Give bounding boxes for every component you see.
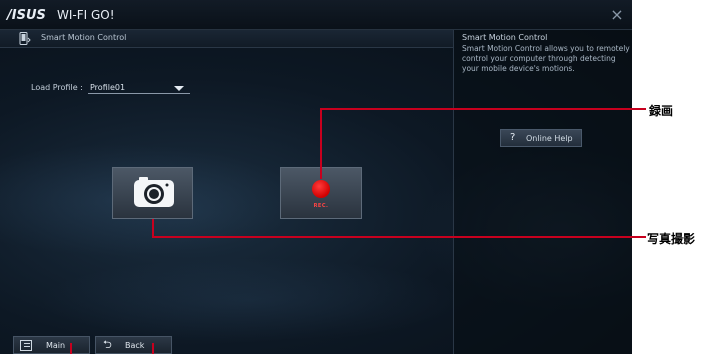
section-title: Smart Motion Control <box>41 33 127 42</box>
load-profile-label: Load Profile : <box>31 83 83 92</box>
photo-callout-leader <box>632 236 646 238</box>
phone-icon <box>19 32 31 45</box>
back-label: Back <box>125 341 145 350</box>
back-arrow-icon: ⮌ <box>103 338 112 351</box>
help-icon: ? <box>510 132 516 143</box>
info-description: Smart Motion Control allows you to remot… <box>462 44 630 73</box>
info-panel: Smart Motion Control Smart Motion Contro… <box>453 30 632 354</box>
profile-dropdown[interactable]: Profile01 <box>88 82 190 94</box>
back-callout-marker <box>152 343 154 354</box>
record-callout-label: 録画 <box>649 104 674 118</box>
title-bar: /ISUS WI-FI GO! × <box>0 0 632 30</box>
main-label: Main <box>46 341 66 350</box>
back-button[interactable]: ⮌ Back <box>95 336 172 354</box>
photo-callout-label: 写真撮影 <box>647 232 696 246</box>
main-callout-marker <box>70 343 72 354</box>
online-help-label: Online Help <box>526 134 573 143</box>
record-icon <box>312 180 330 198</box>
info-title: Smart Motion Control <box>462 33 548 42</box>
online-help-button[interactable]: ? Online Help <box>500 129 582 147</box>
wifi-go-window: /ISUS WI-FI GO! × Smart Motion Control L… <box>0 0 632 354</box>
profile-value: Profile01 <box>90 83 126 92</box>
record-label: REC. <box>313 203 329 209</box>
photo-capture-button[interactable] <box>112 167 193 219</box>
record-callout-line-vertical <box>320 108 322 179</box>
chevron-down-icon[interactable] <box>174 86 184 91</box>
camera-icon <box>134 177 174 207</box>
main-button[interactable]: Main <box>13 336 90 354</box>
list-icon <box>20 340 32 351</box>
section-header: Smart Motion Control <box>0 30 453 48</box>
record-callout-line-horizontal <box>320 108 632 110</box>
record-callout-leader <box>632 108 646 110</box>
app-title: WI-FI GO! <box>57 8 115 22</box>
close-icon[interactable]: × <box>608 6 626 24</box>
photo-callout-line-horizontal <box>152 236 632 238</box>
asus-logo: /ISUS <box>7 8 46 23</box>
